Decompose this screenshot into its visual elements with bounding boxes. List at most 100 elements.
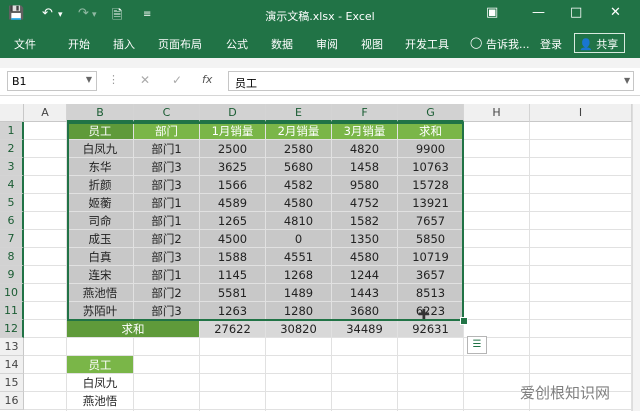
tab-file[interactable]: 文件 [14, 36, 36, 52]
login-link[interactable]: 登录 [540, 36, 562, 52]
expand-formula-bar-icon[interactable]: ▼ [624, 76, 630, 85]
cell-e1[interactable]: 2月销量 [266, 122, 331, 139]
cell-g4[interactable]: 15728 [398, 176, 463, 193]
row-header-1[interactable]: 1 [0, 122, 24, 140]
tab-insert[interactable]: 插入 [113, 36, 135, 52]
cell-g3[interactable]: 10763 [398, 158, 463, 175]
worksheet-grid[interactable]: ABCDEFGHI 1 2 3 4 5 6 7 8 9 10 11 12 13 14 15 16 员工 部门 1月… [0, 104, 640, 411]
cell-g1[interactable]: 求和 [398, 122, 463, 139]
cell-c5[interactable]: 部门1 [134, 194, 199, 211]
cell-b15[interactable]: 白凤九 [67, 374, 133, 391]
cell-e10[interactable]: 1489 [266, 284, 331, 301]
cell-e6[interactable]: 4810 [266, 212, 331, 229]
cell-d5[interactable]: 4589 [200, 194, 265, 211]
cell-c3[interactable]: 部门3 [134, 158, 199, 175]
row-header-3[interactable]: 3 [0, 158, 24, 176]
cell-g8[interactable]: 10719 [398, 248, 463, 265]
cancel-icon[interactable]: ✕ [140, 73, 150, 87]
row-header-2[interactable]: 2 [0, 140, 24, 158]
row-header-5[interactable]: 5 [0, 194, 24, 212]
column-header-d[interactable]: D [200, 104, 266, 122]
cell-e12[interactable]: 30820 [266, 320, 331, 337]
cell-f5[interactable]: 4752 [332, 194, 397, 211]
tab-view[interactable]: 视图 [361, 36, 383, 52]
cell-g7[interactable]: 5850 [398, 230, 463, 247]
close-icon[interactable]: ✕ [610, 5, 621, 20]
column-header-b[interactable]: B [67, 104, 134, 122]
cell-g9[interactable]: 3657 [398, 266, 463, 283]
cell-c4[interactable]: 部门3 [134, 176, 199, 193]
cell-b16[interactable]: 燕池悟 [67, 392, 133, 409]
row-header-10[interactable]: 10 [0, 284, 24, 302]
cell-f8[interactable]: 4580 [332, 248, 397, 265]
row-header-14[interactable]: 14 [0, 356, 24, 374]
cell-f2[interactable]: 4820 [332, 140, 397, 157]
cell-b11[interactable]: 苏陌叶 [67, 302, 133, 319]
cell-b7[interactable]: 成玉 [67, 230, 133, 247]
column-header-h[interactable]: H [464, 104, 530, 122]
cell-d9[interactable]: 1145 [200, 266, 265, 283]
row-header-16[interactable]: 16 [0, 392, 24, 410]
share-button[interactable]: 👤 共享 [574, 33, 626, 53]
select-all-corner[interactable] [0, 104, 24, 122]
cell-g10[interactable]: 8513 [398, 284, 463, 301]
cell-b4[interactable]: 折颜 [67, 176, 133, 193]
cell-c9[interactable]: 部门1 [134, 266, 199, 283]
cell-e7[interactable]: 0 [266, 230, 331, 247]
tab-review[interactable]: 审阅 [316, 36, 338, 52]
cell-b3[interactable]: 东华 [67, 158, 133, 175]
quick-analysis-button[interactable]: ☰ [467, 336, 487, 354]
cell-d3[interactable]: 3625 [200, 158, 265, 175]
name-box-dropdown-icon[interactable]: ▼ [86, 75, 92, 84]
column-header-g[interactable]: G [398, 104, 464, 122]
cell-b8[interactable]: 白真 [67, 248, 133, 265]
cell-g11[interactable]: 6223 [398, 302, 463, 319]
cell-g6[interactable]: 7657 [398, 212, 463, 229]
cell-g2[interactable]: 9900 [398, 140, 463, 157]
column-header-a[interactable]: A [24, 104, 67, 122]
tab-developer[interactable]: 开发工具 [405, 36, 449, 52]
cell-f12[interactable]: 34489 [332, 320, 397, 337]
cell-c7[interactable]: 部门2 [134, 230, 199, 247]
cell-e9[interactable]: 1268 [266, 266, 331, 283]
cell-c6[interactable]: 部门1 [134, 212, 199, 229]
cell-c10[interactable]: 部门2 [134, 284, 199, 301]
row-header-8[interactable]: 8 [0, 248, 24, 266]
cell-c1[interactable]: 部门 [134, 122, 199, 139]
cell-f4[interactable]: 9580 [332, 176, 397, 193]
ribbon-display-icon[interactable]: ▣ [486, 5, 498, 20]
cell-c2[interactable]: 部门1 [134, 140, 199, 157]
cell-f11[interactable]: 3680 [332, 302, 397, 319]
column-header-i[interactable]: I [530, 104, 632, 122]
cell-c8[interactable]: 部门3 [134, 248, 199, 265]
tell-me-search[interactable]: 告诉我... [486, 36, 530, 52]
cell-e2[interactable]: 2580 [266, 140, 331, 157]
name-box[interactable]: B1 ▼ [7, 71, 97, 91]
fill-handle[interactable] [460, 317, 468, 325]
row-header-7[interactable]: 7 [0, 230, 24, 248]
cell-b10[interactable]: 燕池悟 [67, 284, 133, 301]
cell-d2[interactable]: 2500 [200, 140, 265, 157]
row-header-11[interactable]: 11 [0, 302, 24, 320]
cell-g12[interactable]: 92631 [398, 320, 463, 337]
maximize-icon[interactable]: □ [570, 5, 582, 20]
enter-icon[interactable]: ✓ [172, 73, 182, 87]
cell-f6[interactable]: 1582 [332, 212, 397, 229]
cell-e5[interactable]: 4580 [266, 194, 331, 211]
cell-d1[interactable]: 1月销量 [200, 122, 265, 139]
tab-data[interactable]: 数据 [271, 36, 293, 52]
cell-f3[interactable]: 1458 [332, 158, 397, 175]
cell-d6[interactable]: 1265 [200, 212, 265, 229]
cell-d10[interactable]: 5581 [200, 284, 265, 301]
row-header-12[interactable]: 12 [0, 320, 24, 338]
cell-c11[interactable]: 部门3 [134, 302, 199, 319]
cell-d8[interactable]: 1588 [200, 248, 265, 265]
insert-function-icon[interactable]: fx [202, 73, 212, 86]
row-header-13[interactable]: 13 [0, 338, 24, 356]
formula-input[interactable]: 员工 [228, 71, 634, 91]
cell-b1[interactable]: 员工 [67, 122, 133, 139]
cell-d7[interactable]: 4500 [200, 230, 265, 247]
cell-g5[interactable]: 13921 [398, 194, 463, 211]
tab-home[interactable]: 开始 [68, 36, 90, 52]
cell-e11[interactable]: 1280 [266, 302, 331, 319]
